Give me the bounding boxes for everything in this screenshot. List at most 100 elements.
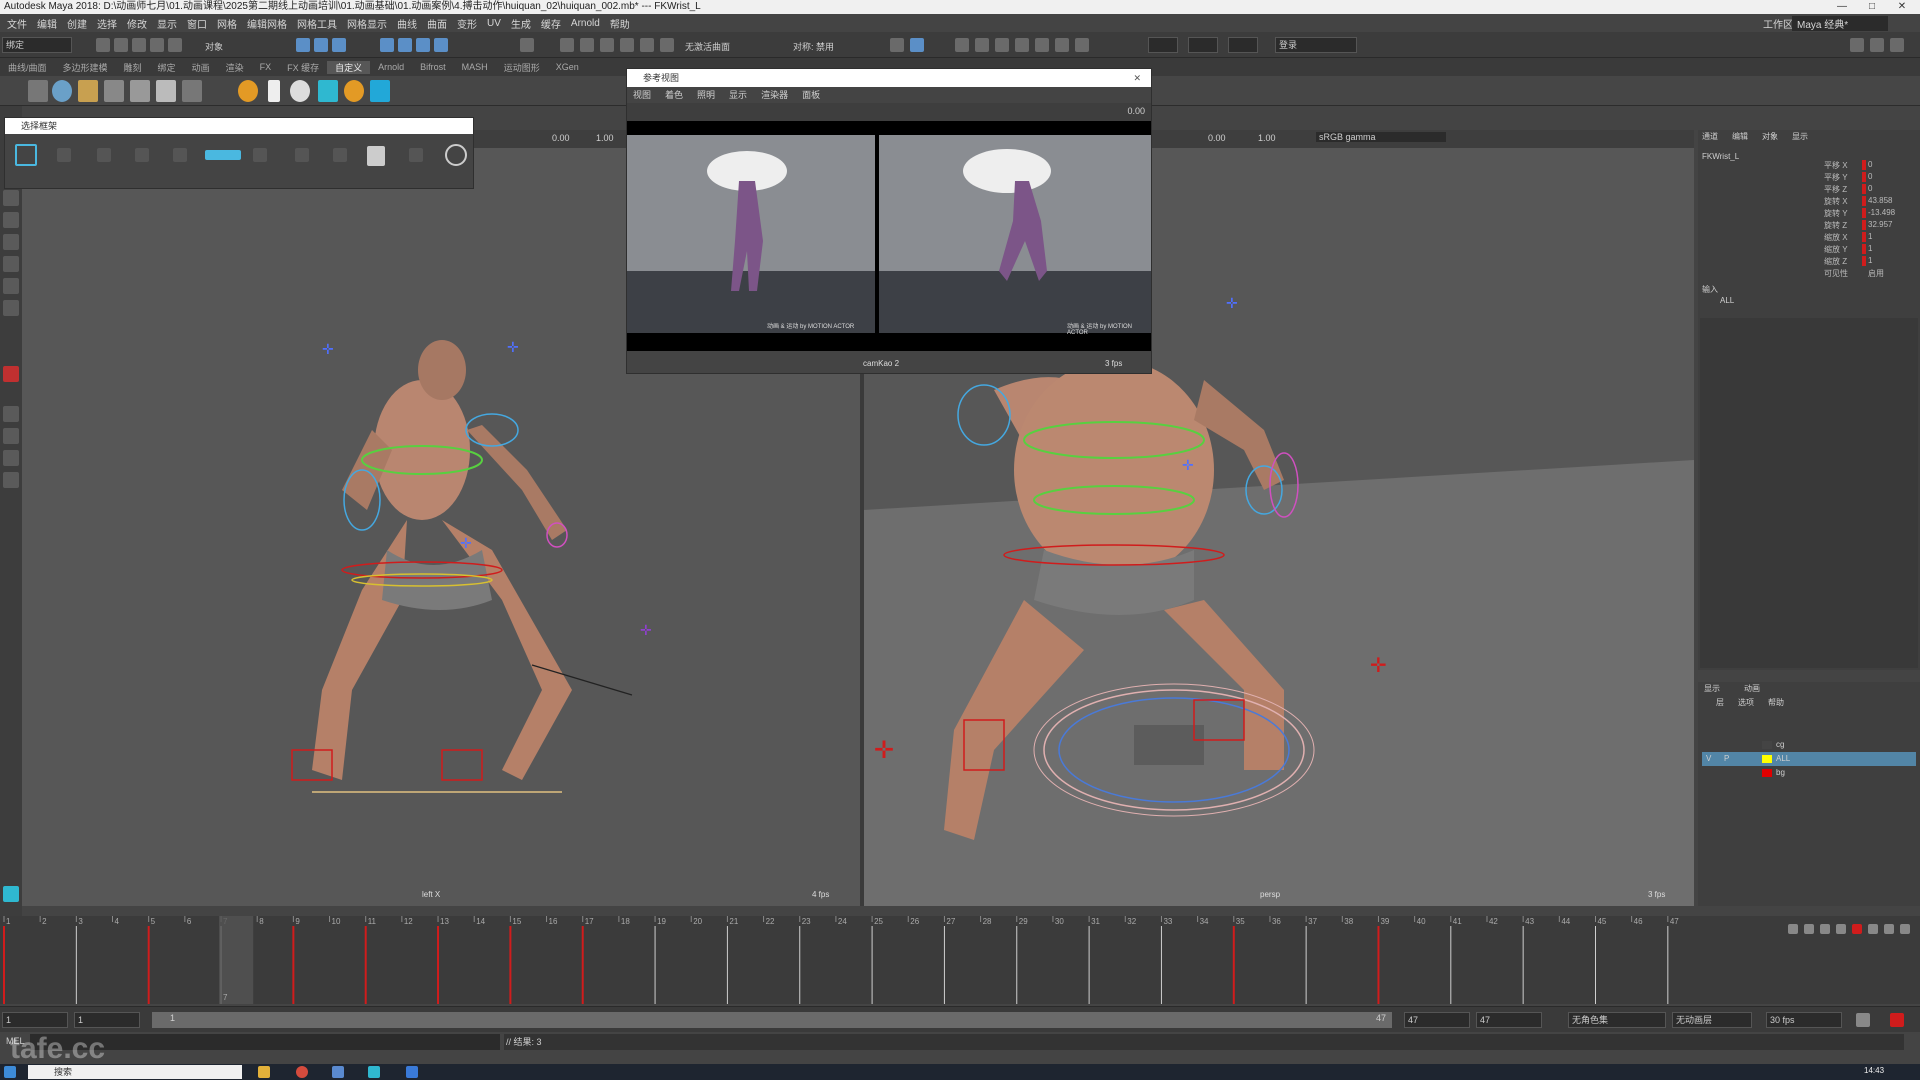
login-dropdown[interactable]: 登录 — [1275, 37, 1357, 53]
menu-mesh-display[interactable]: 网格显示 — [342, 16, 392, 31]
end-time-field[interactable]: 47 — [1476, 1012, 1542, 1028]
layer-color-swatch[interactable] — [1762, 769, 1772, 777]
tool-icon-2[interactable] — [57, 148, 71, 162]
shelf-tab-custom[interactable]: 自定义 — [327, 60, 371, 74]
auto-key-icon[interactable] — [1890, 1013, 1904, 1027]
step-back-key-icon[interactable] — [1804, 924, 1814, 934]
shelf-button-6[interactable] — [156, 80, 176, 102]
ref-menu-renderer[interactable]: 渲染器 — [761, 87, 788, 103]
range-slider-handle[interactable]: 1 47 — [152, 1012, 1392, 1028]
shelf-button-2[interactable] — [52, 80, 72, 102]
history-icon[interactable] — [520, 38, 534, 52]
channel-name[interactable]: 平移 Z — [1824, 185, 1847, 194]
pencil-icon-3[interactable] — [173, 148, 187, 162]
redo-icon[interactable] — [168, 38, 182, 52]
channel-value[interactable]: 43.858 — [1868, 196, 1892, 205]
shelf-tab-animation[interactable]: 动画 — [184, 61, 218, 74]
layer-name[interactable]: cg — [1776, 738, 1784, 752]
app-icon[interactable] — [332, 1066, 344, 1078]
channel-value[interactable]: 1 — [1868, 244, 1872, 253]
scale-tool-icon[interactable] — [3, 300, 19, 316]
close-button[interactable]: ✕ — [1890, 0, 1914, 14]
channel-name[interactable]: 旋转 X — [1824, 197, 1848, 206]
channel-name[interactable]: 旋转 Z — [1824, 221, 1847, 230]
channel-value[interactable]: 32.957 — [1868, 220, 1892, 229]
channel-name[interactable]: 平移 Y — [1824, 173, 1848, 182]
character-set-dropdown[interactable]: 无角色集 — [1568, 1012, 1666, 1028]
channel-value[interactable]: 1 — [1868, 256, 1872, 265]
lasso-tool-icon[interactable] — [3, 212, 19, 228]
channel-value[interactable]: 1 — [1868, 232, 1872, 241]
shaded-icon[interactable] — [1035, 38, 1049, 52]
shelf-button-7[interactable] — [182, 80, 202, 102]
z-field[interactable] — [1228, 37, 1258, 53]
maya-taskbar-icon[interactable] — [368, 1066, 380, 1078]
channel-value[interactable]: 0 — [1868, 160, 1872, 169]
ipr-render-icon[interactable] — [580, 38, 594, 52]
paint-select-icon[interactable] — [3, 234, 19, 250]
workspace-dropdown[interactable]: Maya 经典* — [1792, 15, 1888, 31]
channel-name[interactable]: 缩放 Y — [1824, 245, 1848, 254]
modeling-toolkit-icon[interactable] — [1850, 38, 1864, 52]
joint-tool-icon[interactable] — [318, 80, 338, 102]
channel-value[interactable]: -13.498 — [1868, 208, 1895, 217]
wireframe-icon[interactable] — [1015, 38, 1029, 52]
channel-name[interactable]: 缩放 X — [1824, 233, 1848, 242]
channel-tab-show[interactable]: 显示 — [1792, 130, 1808, 144]
render-icon[interactable] — [560, 38, 574, 52]
snap-point-icon[interactable] — [416, 38, 430, 52]
ref-menu-panels[interactable]: 面板 — [802, 87, 820, 103]
select-tool-icon[interactable] — [3, 190, 19, 206]
shelf-button-5[interactable] — [130, 80, 150, 102]
select-component-icon[interactable] — [332, 38, 346, 52]
maximize-button[interactable]: □ — [1860, 0, 1884, 14]
menu-mesh-tools[interactable]: 网格工具 — [292, 16, 342, 31]
ref-menu-lighting[interactable]: 照明 — [697, 87, 715, 103]
export-icon[interactable] — [367, 146, 385, 166]
menu-surfaces[interactable]: 曲面 — [422, 16, 452, 31]
camera-attr-icon[interactable] — [975, 38, 989, 52]
attribute-editor-icon[interactable] — [910, 38, 924, 52]
go-to-end-icon[interactable] — [1900, 924, 1910, 934]
layer-menu-layers[interactable]: 层 — [1716, 696, 1724, 710]
menu-create[interactable]: 创建 — [62, 16, 92, 31]
layer-row[interactable]: cg — [1702, 738, 1916, 752]
shelf-tab-fx-cache[interactable]: FX 缓存 — [279, 61, 327, 74]
ref-menu-view[interactable]: 视图 — [633, 87, 651, 103]
help-icon[interactable] — [445, 144, 467, 166]
ref-toolbar-value[interactable]: 0.00 — [1127, 106, 1145, 116]
last-tool-icon[interactable] — [3, 366, 19, 382]
single-view-icon[interactable] — [3, 406, 19, 422]
layer-row-selected[interactable]: V P ALL — [1702, 752, 1916, 766]
channel-tab-object[interactable]: 对象 — [1762, 130, 1778, 144]
menu-generate[interactable]: 生成 — [506, 16, 536, 31]
snap-plane-icon[interactable] — [434, 38, 448, 52]
start-time-field[interactable]: 1 — [2, 1012, 68, 1028]
two-view-icon[interactable] — [3, 450, 19, 466]
menu-deform[interactable]: 变形 — [452, 16, 482, 31]
bar-icon[interactable] — [205, 150, 241, 160]
move-tool-icon[interactable] — [3, 256, 19, 272]
shelf-button-4[interactable] — [104, 80, 124, 102]
current-time-indicator[interactable] — [219, 916, 254, 1004]
shelf-tab-sculpt[interactable]: 雕刻 — [116, 61, 150, 74]
menu-mesh[interactable]: 网格 — [212, 16, 242, 31]
shelf-button-s[interactable] — [344, 80, 364, 102]
select-object-icon[interactable] — [314, 38, 328, 52]
symmetry-off-label[interactable]: 对称: 禁用 — [793, 40, 834, 53]
menu-edit-mesh[interactable]: 编辑网格 — [242, 16, 292, 31]
channel-tab-channels[interactable]: 通道 — [1702, 130, 1718, 144]
object-mode-label[interactable]: 对象 — [205, 40, 223, 53]
shelf-tab-arnold[interactable]: Arnold — [370, 62, 412, 72]
snap-grid-icon[interactable] — [380, 38, 394, 52]
shelf-tab-fx[interactable]: FX — [252, 62, 280, 72]
channel-name[interactable]: 旋转 Y — [1824, 209, 1848, 218]
shelf-tab-rendering[interactable]: 渲染 — [218, 61, 252, 74]
shelf-tab-bifrost[interactable]: Bifrost — [412, 62, 454, 72]
minimize-button[interactable]: — — [1830, 0, 1854, 14]
shelf-button-1[interactable] — [28, 80, 48, 102]
inputs-value[interactable]: ALL — [1720, 296, 1734, 305]
channel-value[interactable]: 0 — [1868, 184, 1872, 193]
render-settings-icon[interactable] — [600, 38, 614, 52]
pencil-icon-2[interactable] — [135, 148, 149, 162]
